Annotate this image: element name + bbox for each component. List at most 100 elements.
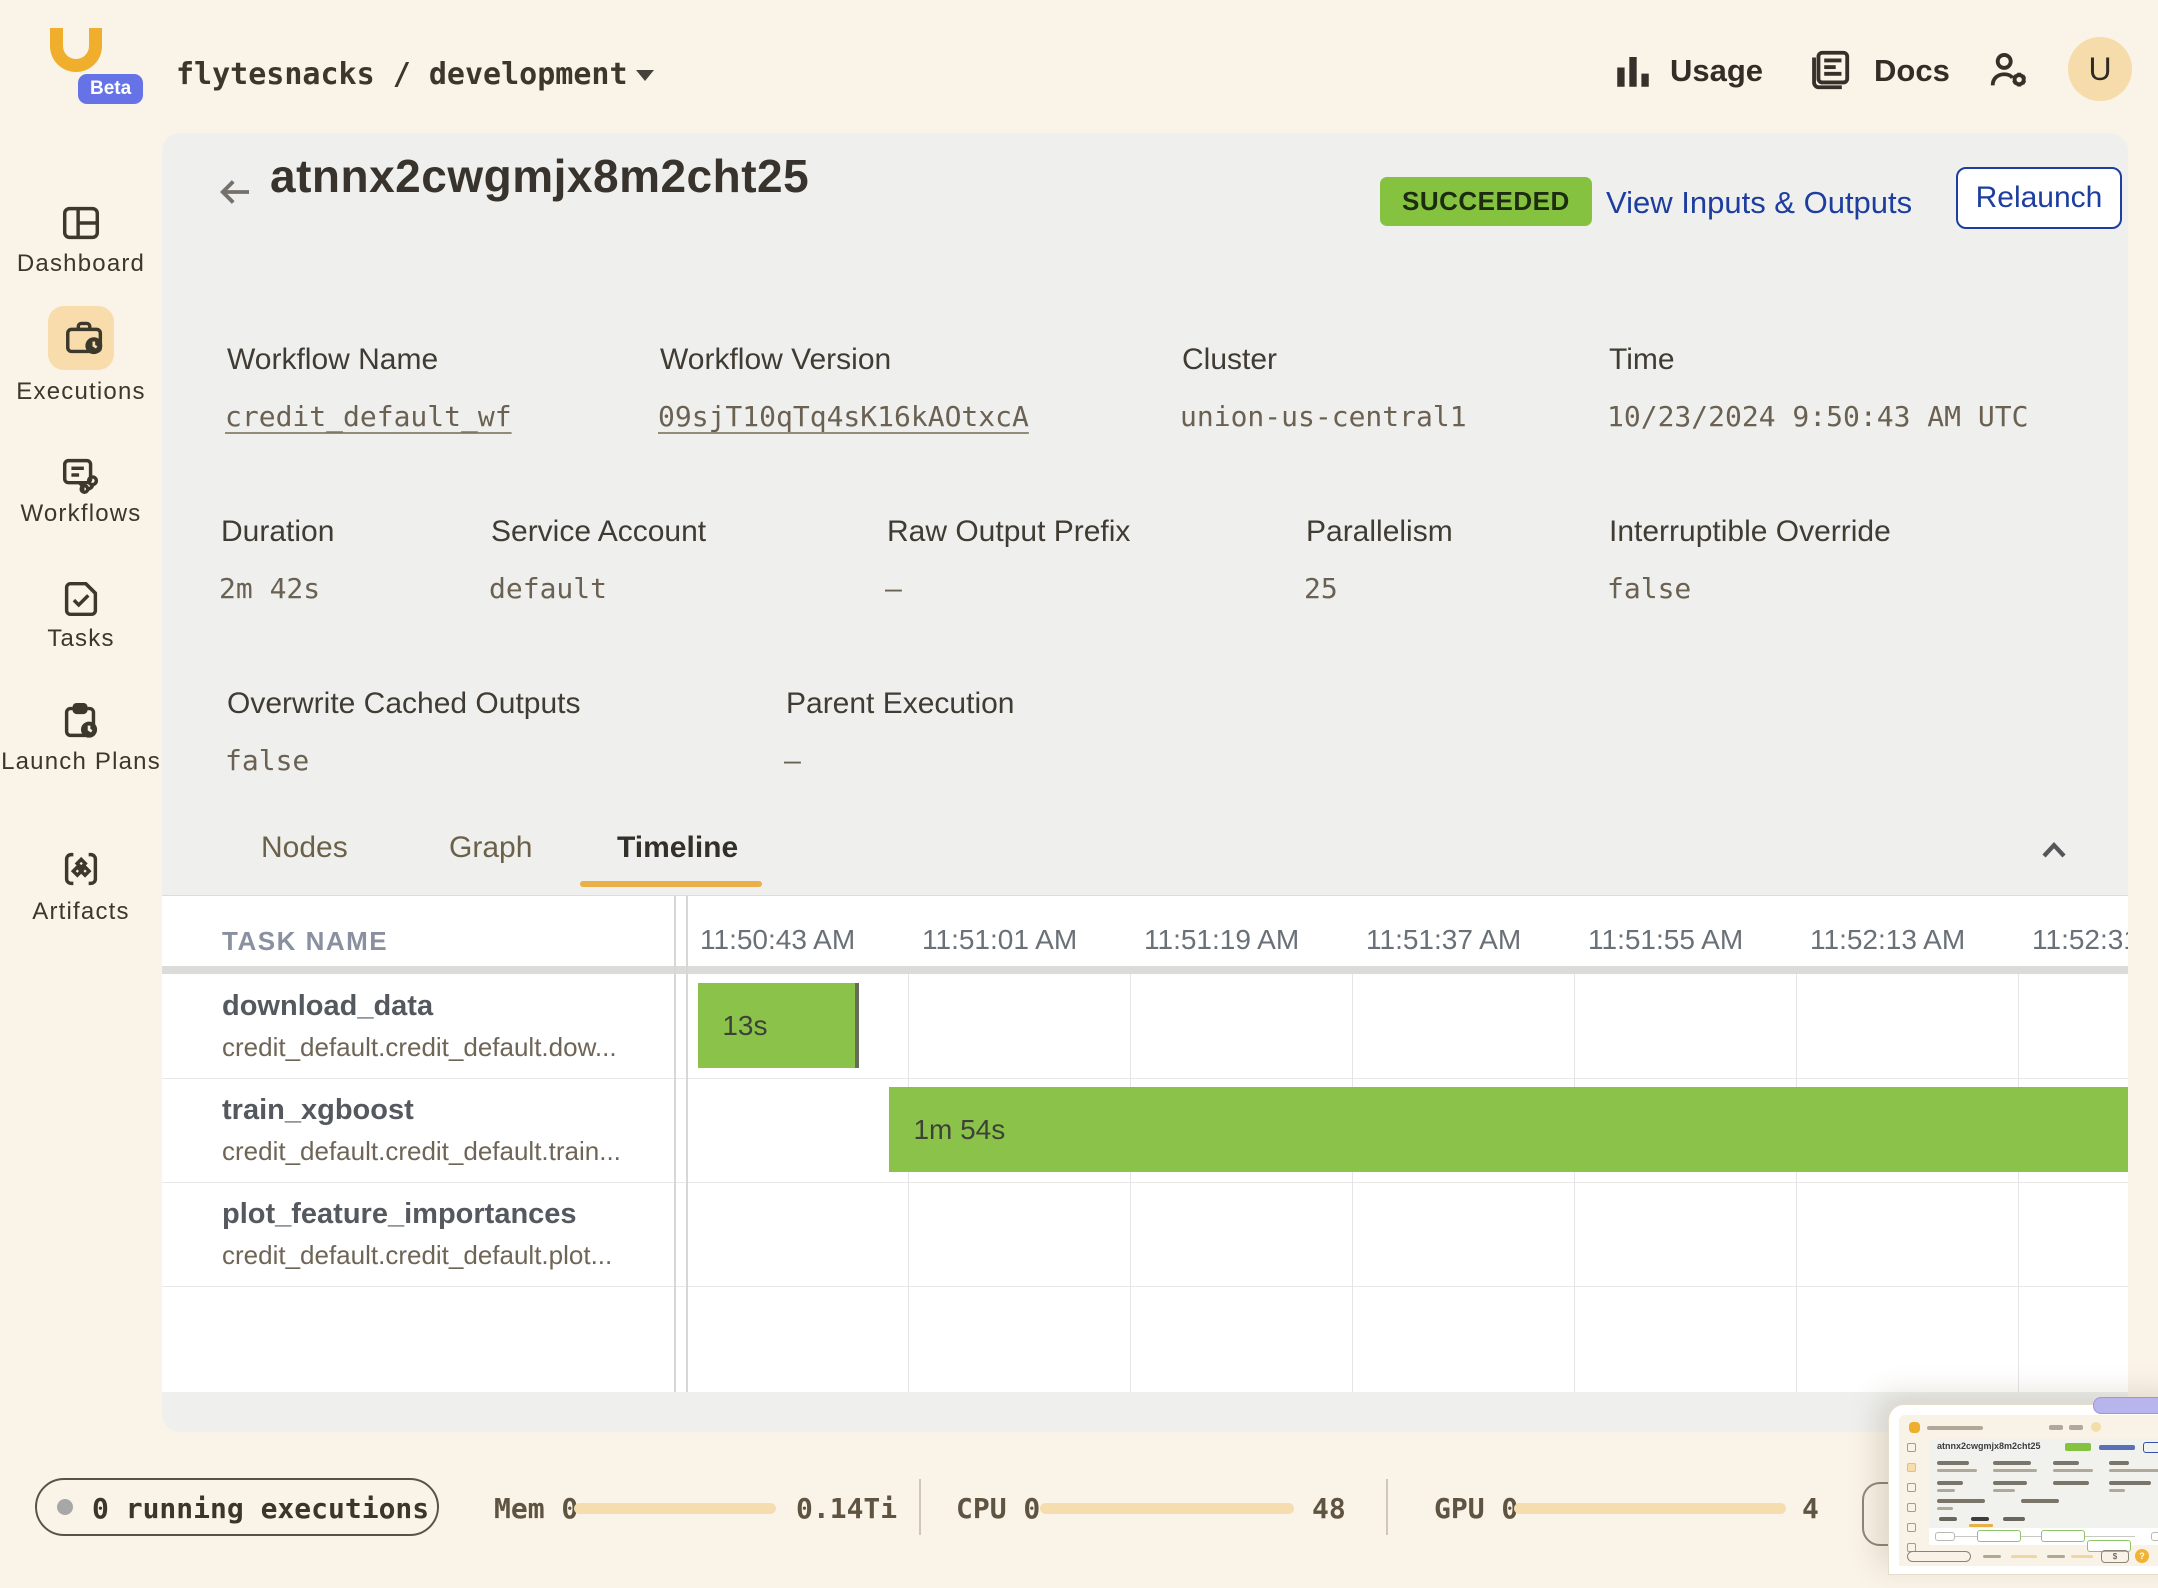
pip-avatar	[2091, 1422, 2101, 1432]
meta-label: Cluster	[1182, 343, 1277, 377]
back-arrow-icon[interactable]	[214, 171, 256, 213]
meta-label: Time	[1609, 343, 1675, 377]
timeline-table: TASK NAME download_data credit_default.c…	[162, 896, 2128, 1392]
task-name: train_xgboost	[222, 1094, 414, 1127]
pip-node-start	[1935, 1532, 1955, 1541]
pip-sidebar-item	[1907, 1523, 1916, 1532]
task-name: plot_feature_importances	[222, 1198, 577, 1231]
mem-meter-max: 0.14Ti	[796, 1492, 897, 1525]
time-tick: 11:51:19 AM	[1144, 924, 1299, 956]
active-tab-underline	[580, 881, 762, 887]
sidebar-label: Launch Plans	[0, 747, 162, 777]
pip-relaunch	[2143, 1442, 2158, 1453]
pip-running-pill	[1907, 1551, 1971, 1562]
tab-graph[interactable]: Graph	[449, 831, 532, 865]
union-logo[interactable]	[50, 28, 102, 72]
task-path: credit_default.credit_default.dow...	[222, 1032, 617, 1063]
dashboard-icon	[58, 200, 104, 246]
meta-value: –	[784, 744, 801, 777]
pip-node-end	[2151, 1532, 2158, 1541]
time-tick: 11:51:37 AM	[1366, 924, 1521, 956]
pip-sidebar-item	[1907, 1483, 1916, 1492]
workflow-version-link[interactable]: 09sjT10qTq4sK16kAOtxcA	[658, 400, 1029, 433]
meta-value: 25	[1304, 572, 1338, 605]
meter-divider	[919, 1479, 921, 1535]
grid-line	[1574, 974, 1575, 1392]
time-tick: 11:52:13 AM	[1810, 924, 1965, 956]
pip-sidebar-item	[1907, 1463, 1916, 1472]
sidebar-label: Dashboard	[0, 250, 162, 278]
meta-value: false	[1607, 572, 1691, 605]
user-settings-icon[interactable]	[1986, 48, 2032, 94]
meta-value: union-us-central1	[1180, 400, 1467, 433]
pip-tab-underline	[1969, 1524, 1993, 1527]
breadcrumb[interactable]: flytesnacks / development	[176, 57, 628, 92]
gantt-grid: 13s 1m 54s	[690, 974, 2128, 1392]
pip-docs	[2069, 1425, 2083, 1430]
pip-node	[2041, 1530, 2085, 1542]
breadcrumb-caret-icon[interactable]	[636, 70, 654, 81]
tab-nodes[interactable]: Nodes	[261, 831, 348, 865]
cpu-meter-track	[1040, 1503, 1294, 1514]
gantt-bar-train_xgboost[interactable]: 1m 54s	[889, 1087, 2128, 1172]
pip-panel: atnnx2cwgmjx8m2cht25	[1929, 1439, 2158, 1545]
execution-detail-panel: atnnx2cwgmjx8m2cht25 SUCCEEDED View Inpu…	[162, 133, 2128, 1432]
gantt-bar-download_data[interactable]: 13s	[698, 983, 858, 1068]
pip-node	[1977, 1530, 2021, 1542]
sidebar-label: Artifacts	[0, 898, 162, 926]
running-executions-text: 0 running executions	[92, 1492, 429, 1525]
pip-preview-window[interactable]: atnnx2cwgmjx8m2cht25	[1888, 1404, 2158, 1575]
pip-sidebar-item	[1907, 1443, 1916, 1452]
relaunch-button[interactable]: Relaunch	[1956, 167, 2122, 229]
pip-top-pill	[2093, 1397, 2158, 1414]
usage-chart-icon[interactable]	[1612, 50, 1654, 92]
grid-line	[1352, 974, 1353, 1392]
pip-logo	[1909, 1422, 1920, 1433]
pip-status-badge	[2065, 1443, 2091, 1451]
pip-help-button: ?	[2135, 1549, 2149, 1563]
mem-meter-track	[574, 1503, 776, 1514]
meta-value: 2m 42s	[219, 572, 320, 605]
meta-value: –	[885, 572, 902, 605]
usage-button[interactable]: Usage	[1670, 53, 1763, 89]
pip-title: atnnx2cwgmjx8m2cht25	[1937, 1441, 2041, 1451]
sidebar-label: Executions	[0, 378, 162, 406]
status-badge: SUCCEEDED	[1380, 177, 1592, 226]
workflow-name-link[interactable]: credit_default_wf	[225, 400, 512, 433]
meta-label: Interruptible Override	[1609, 515, 1891, 549]
docs-icon[interactable]	[1806, 47, 1852, 93]
bar-duration-label: 1m 54s	[913, 1114, 1005, 1146]
meta-label: Overwrite Cached Outputs	[227, 687, 580, 721]
meta-value: 10/23/2024 9:50:43 AM UTC	[1607, 400, 2028, 433]
pip-sidebar-item	[1907, 1503, 1916, 1512]
beta-badge: Beta	[78, 74, 143, 104]
docs-button[interactable]: Docs	[1874, 53, 1950, 89]
column-splitter-handle[interactable]	[674, 896, 676, 1392]
meta-label: Parallelism	[1306, 515, 1453, 549]
pip-usage	[2049, 1425, 2063, 1430]
time-tick: 11:51:01 AM	[922, 924, 1077, 956]
sidebar-label: Workflows	[0, 500, 162, 528]
execution-title: atnnx2cwgmjx8m2cht25	[270, 149, 809, 203]
grid-line	[1130, 974, 1131, 1392]
task-row-train-xgboost[interactable]: train_xgboost credit_default.credit_defa…	[162, 1078, 662, 1182]
running-status-dot	[57, 1499, 73, 1515]
tasks-icon	[58, 576, 104, 622]
sidebar-label: Tasks	[0, 625, 162, 653]
artifacts-icon	[58, 846, 104, 892]
column-splitter-handle[interactable]	[686, 896, 688, 1392]
meta-label: Parent Execution	[786, 687, 1014, 721]
meta-label: Workflow Version	[660, 343, 891, 377]
collapse-chevron-icon[interactable]	[2034, 831, 2074, 871]
task-row-plot-feature-importances[interactable]: plot_feature_importances credit_default.…	[162, 1182, 662, 1286]
meta-label: Duration	[221, 515, 334, 549]
view-inputs-outputs-link[interactable]: View Inputs & Outputs	[1606, 185, 1912, 221]
task-row-download-data[interactable]: download_data credit_default.credit_defa…	[162, 974, 662, 1078]
meta-value: false	[225, 744, 309, 777]
gpu-meter-max: 4	[1802, 1492, 1819, 1525]
avatar[interactable]: U	[2068, 37, 2132, 101]
grid-line	[2018, 974, 2019, 1392]
meta-label: Workflow Name	[227, 343, 438, 377]
workflows-icon	[58, 452, 104, 498]
tab-timeline[interactable]: Timeline	[617, 831, 738, 865]
